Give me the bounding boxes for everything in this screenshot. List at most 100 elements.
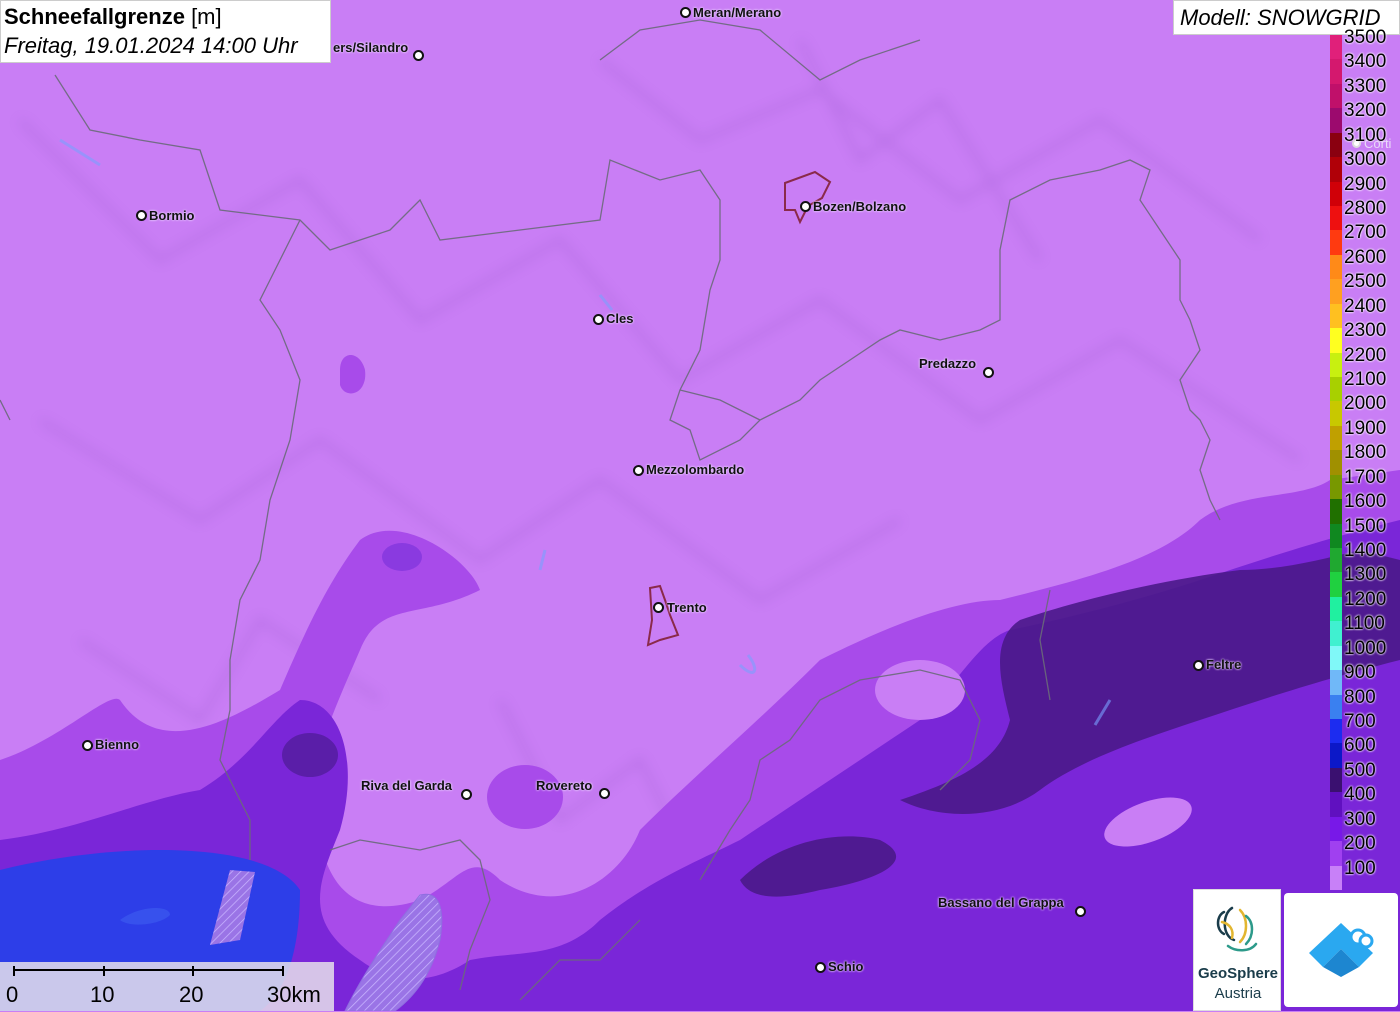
map-title: Schneefallgrenze [m] bbox=[4, 4, 222, 30]
legend-label: 2600 bbox=[1344, 246, 1387, 268]
legend-entry-600: 600 bbox=[1328, 733, 1400, 768]
legend-label: 3100 bbox=[1344, 124, 1387, 146]
legend-entry-2900: 2900 bbox=[1328, 172, 1400, 206]
map-title-parameter: Schneefallgrenze bbox=[4, 4, 185, 29]
legend-label: 1800 bbox=[1344, 442, 1387, 464]
legend-entry-3500: 3500 bbox=[1328, 25, 1400, 60]
map-title-panel: Schneefallgrenze [m] Freitag, 19.01.2024… bbox=[0, 0, 331, 63]
legend-label: 3200 bbox=[1344, 100, 1387, 122]
weather-app-logo[interactable] bbox=[1284, 893, 1398, 1007]
legend-entry-1200: 1200 bbox=[1328, 587, 1400, 622]
legend-entry-200: 200 bbox=[1328, 831, 1400, 866]
legend-label: 1000 bbox=[1344, 637, 1387, 659]
legend-entry-1000: 1000 bbox=[1328, 636, 1400, 671]
legend-label: 1500 bbox=[1344, 515, 1387, 537]
legend-label: 3500 bbox=[1344, 27, 1387, 48]
legend-entry-2500: 2500 bbox=[1328, 269, 1400, 304]
legend-label: 2900 bbox=[1344, 173, 1387, 195]
city-label: Bassano del Grappa bbox=[938, 895, 1064, 910]
legend-label: 1200 bbox=[1344, 588, 1387, 610]
city-dot bbox=[633, 465, 644, 476]
legend-entry-3100: 3100 bbox=[1328, 123, 1400, 158]
legend-label: 2200 bbox=[1344, 344, 1387, 366]
legend-entry-800: 800 bbox=[1328, 685, 1400, 719]
geosphere-name-line2: Austria bbox=[1214, 985, 1262, 1002]
legend-entry-1800: 1800 bbox=[1328, 440, 1400, 475]
legend-entry-2100: 2100 bbox=[1328, 367, 1400, 402]
legend-entry-3200: 3200 bbox=[1328, 98, 1400, 133]
legend-entry-2300: 2300 bbox=[1328, 318, 1400, 353]
city-dot bbox=[599, 788, 610, 799]
city-label: Bormio bbox=[149, 208, 195, 223]
legend-label: 3400 bbox=[1344, 51, 1387, 73]
city-label: Rovereto bbox=[536, 778, 593, 793]
geosphere-logo[interactable]: GeoSphere Austria bbox=[1193, 889, 1281, 1011]
legend-label: 1300 bbox=[1344, 564, 1387, 586]
legend-entry-2400: 2400 bbox=[1328, 294, 1400, 329]
legend-entry-400: 400 bbox=[1328, 782, 1400, 817]
legend-entry-1300: 1300 bbox=[1328, 562, 1400, 597]
legend-label: 1400 bbox=[1344, 540, 1387, 561]
legend-label: 2500 bbox=[1344, 271, 1387, 293]
legend-entry-1500: 1500 bbox=[1328, 514, 1400, 548]
legend-entry-2600: 2600 bbox=[1328, 245, 1400, 280]
legend-entry-1400: 1400 bbox=[1328, 538, 1400, 573]
legend-entry-100: 100 bbox=[1328, 856, 1400, 890]
city-dot bbox=[1193, 660, 1204, 671]
legend-entry-700: 700 bbox=[1328, 709, 1400, 744]
legend-label: 600 bbox=[1344, 735, 1376, 757]
city-dot bbox=[653, 602, 664, 613]
legend-label: 2000 bbox=[1344, 393, 1387, 415]
scale-label-10: 10 bbox=[90, 982, 115, 1007]
scale-label-20: 20 bbox=[179, 982, 204, 1007]
city-dot bbox=[680, 7, 691, 18]
legend-entry-3300: 3300 bbox=[1328, 74, 1400, 109]
legend-entry-1600: 1600 bbox=[1328, 489, 1400, 524]
color-legend: 3500 3400 3300 3200 3100 3000 2900 2800 2700 2600… bbox=[1328, 27, 1400, 890]
city-label: Cles bbox=[606, 311, 634, 326]
city-label: Predazzo bbox=[919, 356, 977, 371]
legend-entry-2700: 2700 bbox=[1328, 220, 1400, 255]
legend-entry-900: 900 bbox=[1328, 660, 1400, 695]
city-dot bbox=[815, 962, 826, 973]
legend-label: 2400 bbox=[1344, 295, 1387, 317]
city-label: Mezzolombardo bbox=[646, 462, 745, 477]
city-dot bbox=[136, 210, 147, 221]
city-dot bbox=[1075, 906, 1086, 917]
map-title-unit: [m] bbox=[184, 4, 222, 29]
city-label: Bozen/Bolzano bbox=[813, 199, 907, 214]
legend-label: 2800 bbox=[1344, 198, 1387, 219]
geosphere-name-line1: GeoSphere bbox=[1197, 965, 1279, 982]
legend-label: 1700 bbox=[1344, 466, 1387, 488]
city-dot bbox=[461, 789, 472, 800]
scale-label-30km: 30km bbox=[267, 982, 321, 1007]
legend-entry-1700: 1700 bbox=[1328, 465, 1400, 500]
legend-label: 700 bbox=[1344, 711, 1376, 732]
legend-entry-1100: 1100 bbox=[1328, 611, 1400, 646]
legend-entry-2200: 2200 bbox=[1328, 343, 1400, 377]
mountain-cloud-icon bbox=[1309, 923, 1374, 977]
legend-label: 400 bbox=[1344, 784, 1376, 806]
city-dot bbox=[593, 314, 604, 325]
legend-swatch bbox=[1330, 865, 1342, 890]
legend-label: 3300 bbox=[1344, 75, 1387, 97]
city-dot bbox=[413, 50, 424, 61]
legend-label: 1900 bbox=[1344, 417, 1387, 439]
legend-entry-500: 500 bbox=[1328, 758, 1400, 793]
legend-label: 2300 bbox=[1344, 320, 1387, 342]
city-dot bbox=[983, 367, 994, 378]
snowline-map[interactable] bbox=[0, 0, 1400, 1011]
legend-label: 200 bbox=[1344, 833, 1376, 855]
legend-entry-2800: 2800 bbox=[1328, 196, 1400, 231]
city-label: Bienno bbox=[95, 737, 140, 752]
legend-label: 300 bbox=[1344, 808, 1376, 830]
geosphere-emblem-icon bbox=[1216, 906, 1258, 952]
legend-label: 800 bbox=[1344, 686, 1376, 708]
scale-bar: 0 10 20 30km bbox=[0, 962, 334, 1011]
legend-entry-3000: 3000 bbox=[1328, 147, 1400, 182]
legend-label: 500 bbox=[1344, 759, 1376, 781]
scale-label-0: 0 bbox=[6, 982, 19, 1007]
legend-entry-300: 300 bbox=[1328, 807, 1400, 842]
city-label: Schio bbox=[828, 959, 864, 974]
legend-label: 3000 bbox=[1344, 149, 1387, 171]
